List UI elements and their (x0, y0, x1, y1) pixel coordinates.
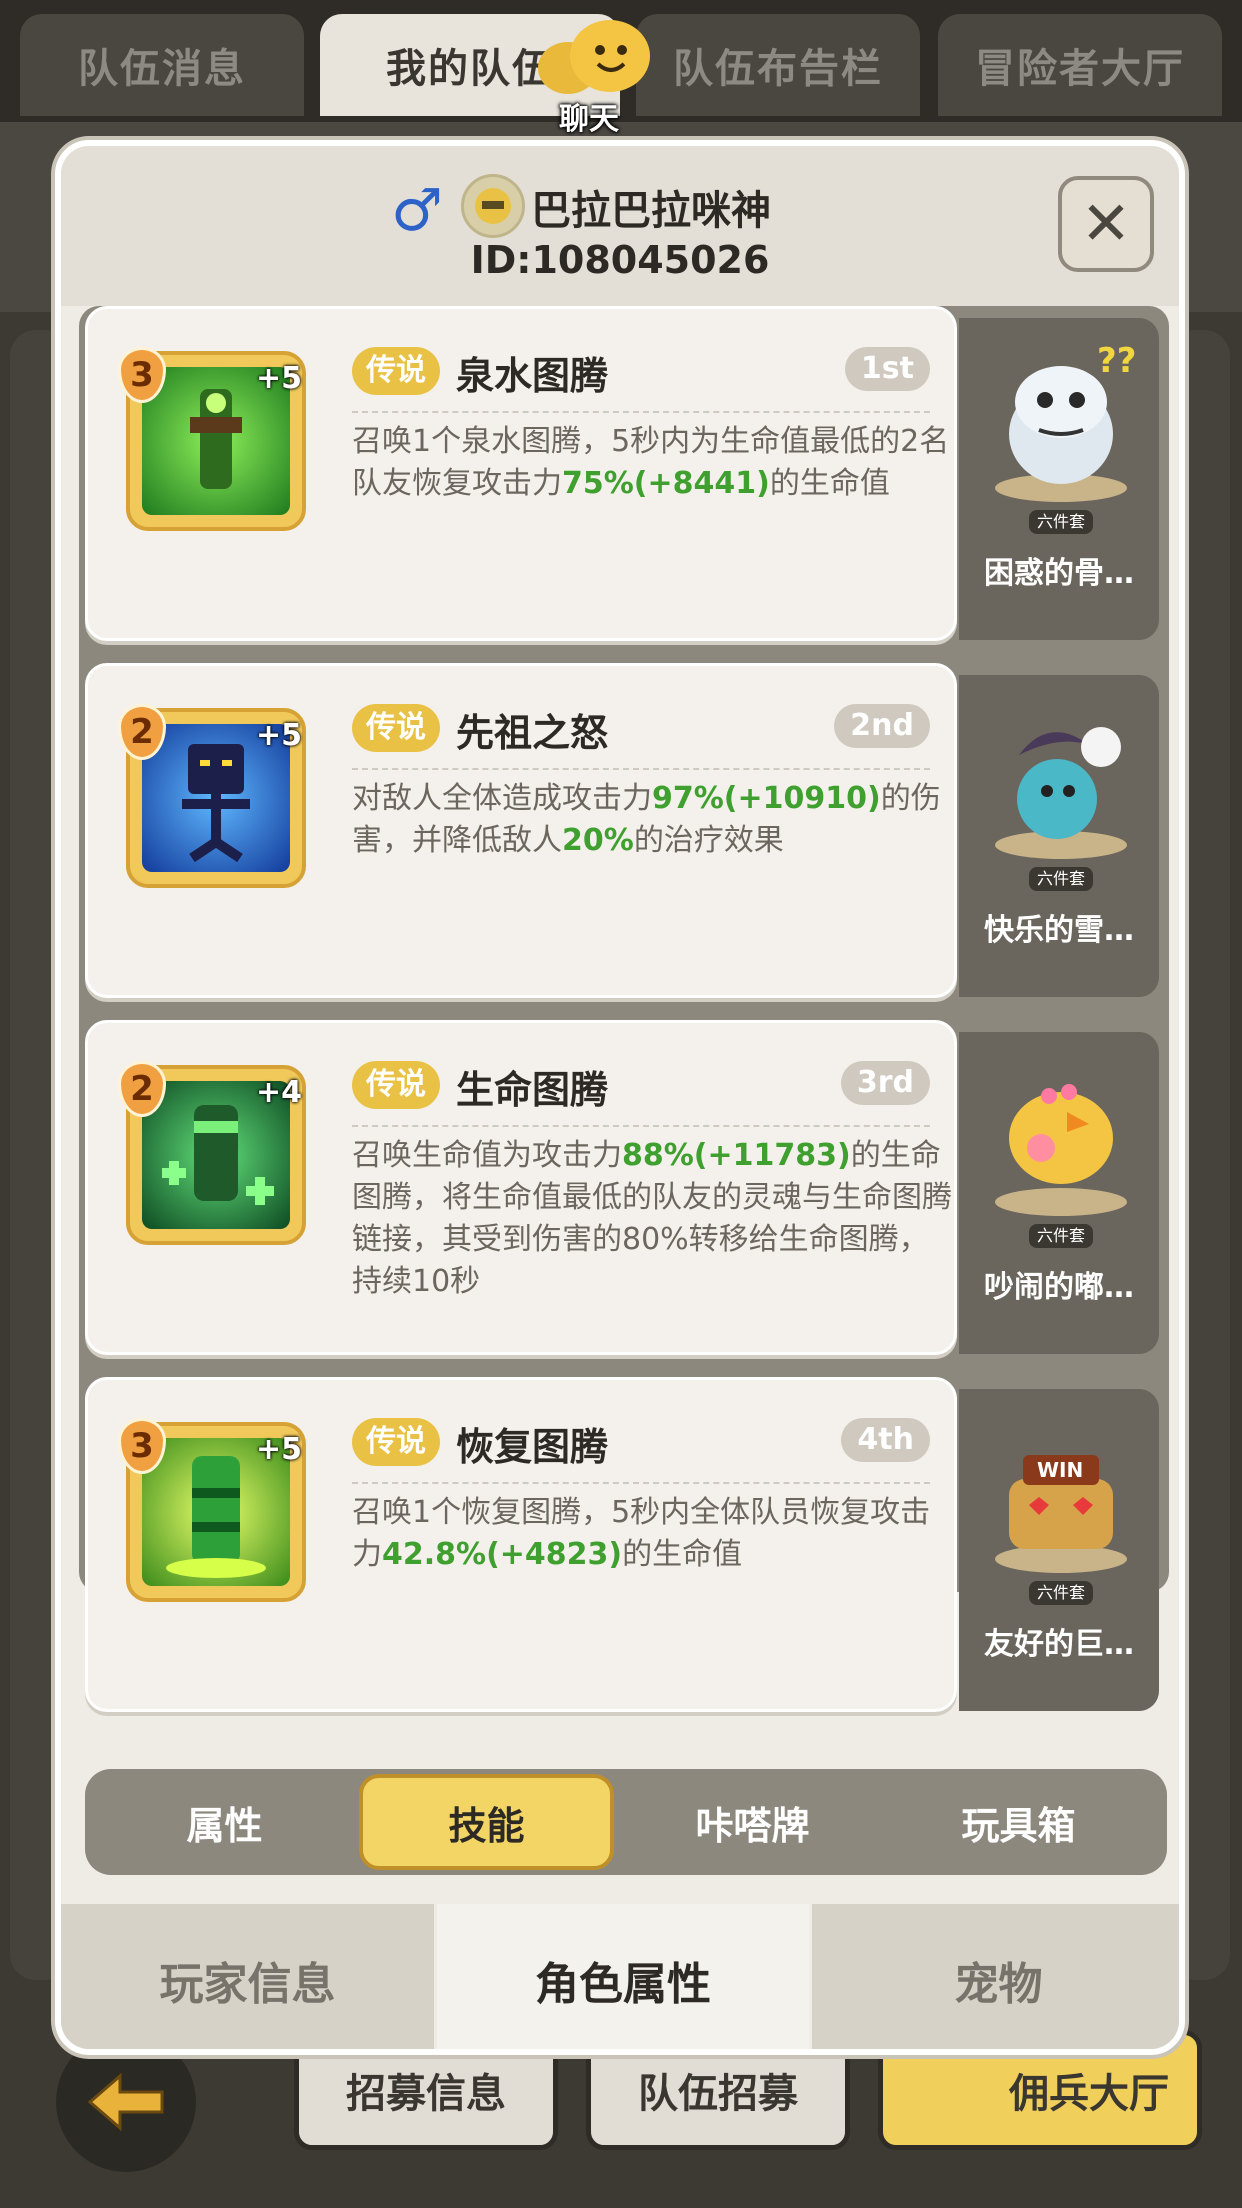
svg-text:WIN: WIN (1037, 1458, 1083, 1482)
skill-description: 召唤生命值为攻击力88%(+11783)的生命图腾，将生命值最低的队友的灵魂与生… (352, 1138, 952, 1299)
divider (352, 1125, 930, 1127)
player-detail-modal: ♂ 巴拉巴拉咪神 ID:108045026 ✕ 3 +5 传说 泉水图腾 1st (55, 140, 1185, 2055)
pet-name: 友好的巨… (984, 1627, 1134, 1662)
male-gender-icon: ♂ (391, 176, 443, 244)
rarity-badge: 传说 (352, 704, 440, 752)
skill-row-4: 3 +5 传说 恢复图腾 4th 召唤1个恢复图腾，5秒内全体队员恢复攻击力42… (79, 1377, 1169, 1712)
skill-description: 对敌人全体造成攻击力97%(+10910)的伤害，并降低敌人20%的治疗效果 (352, 781, 941, 858)
pet-image: ?? (995, 341, 1136, 502)
skill-plus-badge: +5 (256, 1432, 303, 1467)
skill-row-3: 2 +4 传说 生命图腾 3rd 召唤生命值为攻击力88%(+11783)的生命… (79, 1020, 1169, 1355)
tab-kada-cards[interactable]: 咔嗒牌 (625, 1772, 880, 1872)
chat-bubble-icon (538, 20, 650, 94)
pet-slot[interactable]: 六件套 快乐的雪… (959, 675, 1159, 997)
chat-button[interactable]: 聊天 (530, 16, 670, 137)
skill-rank: 1st (844, 347, 930, 391)
pet-image: WIN (995, 1455, 1127, 1573)
pet-set-tag: 六件套 (1029, 1224, 1093, 1248)
skill-row-2: 2 +5 传说 先祖之怒 2nd 对敌人全体造成攻击力97%(+10910)的伤… (79, 663, 1169, 998)
tab-skills[interactable]: 技能 (359, 1774, 614, 1870)
skill-row-1: 3 +5 传说 泉水图腾 1st 召唤1个泉水图腾，5秒内为生命值最低的2名队友… (79, 306, 1169, 641)
pet-set-tag: 六件套 (1029, 1581, 1093, 1605)
rarity-badge: 传说 (352, 1061, 440, 1109)
avatar (461, 174, 525, 238)
skills-list: 3 +5 传说 泉水图腾 1st 召唤1个泉水图腾，5秒内为生命值最低的2名队友… (79, 306, 1169, 1712)
skill-card[interactable]: 2 +4 传说 生命图腾 3rd 召唤生命值为攻击力88%(+11783)的生命… (85, 1020, 957, 1355)
skill-plus-badge: +4 (256, 1075, 303, 1110)
pet-slot[interactable]: ?? 六件套 困惑的骨… (959, 318, 1159, 640)
back-arrow-icon (87, 2072, 164, 2132)
pet-name: 吵闹的嘟… (984, 1270, 1134, 1305)
player-id: ID:108045026 (470, 238, 770, 282)
close-icon: ✕ (1080, 189, 1132, 259)
skill-card[interactable]: 3 +5 传说 恢复图腾 4th 召唤1个恢复图腾，5秒内全体队员恢复攻击力42… (85, 1377, 957, 1712)
tab-attributes[interactable]: 属性 (97, 1772, 352, 1872)
skill-name: 先祖之怒 (456, 711, 609, 755)
pet-name: 快乐的雪… (984, 913, 1134, 948)
skill-card[interactable]: 2 +5 传说 先祖之怒 2nd 对敌人全体造成攻击力97%(+10910)的伤… (85, 663, 957, 998)
rarity-badge: 传说 (352, 1418, 440, 1466)
rarity-badge: 传说 (352, 347, 440, 395)
skill-rank: 2nd (834, 704, 930, 748)
divider (352, 768, 930, 770)
skill-description: 召唤1个泉水图腾，5秒内为生命值最低的2名队友恢复攻击力75%(+8441)的生… (352, 424, 950, 501)
modal-header: ♂ 巴拉巴拉咪神 ID:108045026 ✕ (61, 146, 1179, 306)
pet-image (995, 727, 1127, 859)
tab-team-messages[interactable]: 队伍消息 (20, 14, 304, 116)
pet-slot[interactable]: WIN 六件套 友好的巨… (959, 1389, 1159, 1711)
skill-card[interactable]: 3 +5 传说 泉水图腾 1st 召唤1个泉水图腾，5秒内为生命值最低的2名队友… (85, 306, 957, 641)
close-button[interactable]: ✕ (1058, 176, 1154, 272)
skill-name: 恢复图腾 (456, 1425, 609, 1469)
divider (352, 1482, 930, 1484)
tab-toy-box[interactable]: 玩具箱 (891, 1772, 1146, 1872)
skill-name: 生命图腾 (456, 1068, 609, 1112)
divider (352, 411, 930, 413)
tab-adventurer-hall[interactable]: 冒险者大厅 (938, 14, 1222, 116)
skill-plus-badge: +5 (256, 361, 303, 396)
pet-name: 困惑的骨… (984, 556, 1134, 591)
chat-label: 聊天 (559, 102, 619, 137)
pet-image (995, 1084, 1127, 1216)
skill-plus-badge: +5 (256, 718, 303, 753)
skill-name: 泉水图腾 (456, 354, 609, 398)
skill-rank: 3rd (840, 1061, 930, 1105)
tab-player-info[interactable]: 玩家信息 (61, 1904, 434, 2049)
pet-slot[interactable]: 六件套 吵闹的嘟… (959, 1032, 1159, 1354)
tab-team-bulletin[interactable]: 队伍布告栏 (636, 14, 920, 116)
skill-rank: 4th (841, 1418, 930, 1462)
player-name: 巴拉巴拉咪神 (531, 188, 771, 234)
svg-text:??: ?? (1097, 341, 1136, 381)
pet-set-tag: 六件套 (1029, 510, 1093, 534)
skill-description: 召唤1个恢复图腾，5秒内全体队员恢复攻击力42.8%(+4823)的生命值 (352, 1495, 931, 1572)
tab-pets[interactable]: 宠物 (812, 1904, 1179, 2049)
tab-character-attributes[interactable]: 角色属性 (437, 1904, 809, 2049)
pet-set-tag: 六件套 (1029, 867, 1093, 891)
